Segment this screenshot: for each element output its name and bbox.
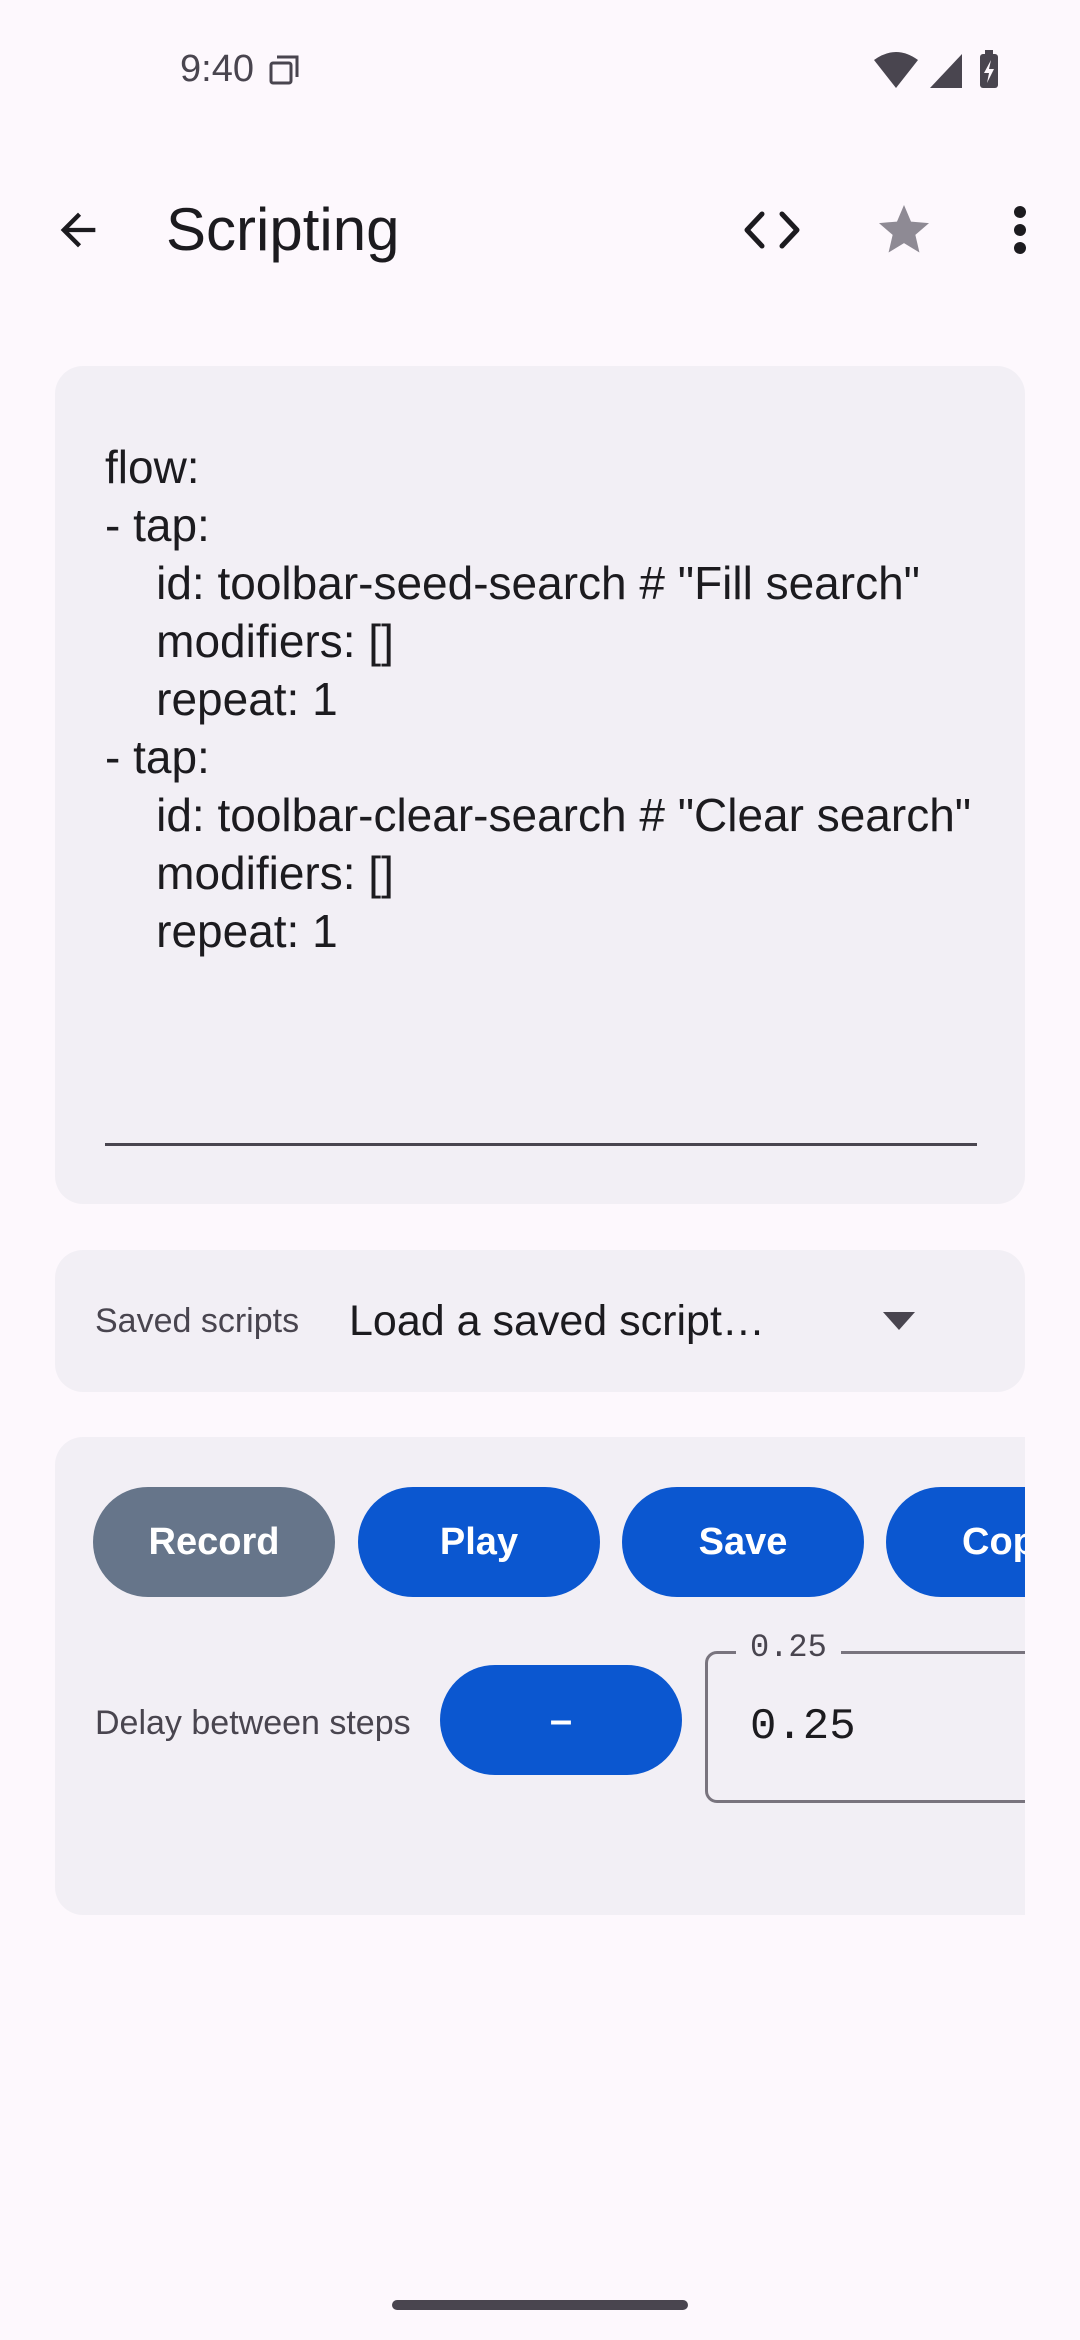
saved-scripts-selected: Load a saved script… (349, 1297, 765, 1345)
battery-icon (980, 50, 998, 88)
back-button[interactable] (38, 190, 118, 270)
copy-button[interactable]: Copy (886, 1487, 1025, 1597)
saved-scripts-card: Saved scripts Load a saved script… (55, 1250, 1025, 1392)
script-editor[interactable]: flow: - tap: id: toolbar-seed-search # "… (55, 366, 1025, 1204)
delay-input[interactable]: 0.25 0.25 (705, 1628, 1025, 1803)
record-button[interactable]: Record (93, 1487, 335, 1597)
notification-icon (269, 55, 299, 85)
back-arrow-icon (60, 212, 96, 248)
decrease-delay-button[interactable]: – (440, 1665, 682, 1775)
wifi-icon (874, 52, 918, 88)
play-button[interactable]: Play (358, 1487, 600, 1597)
status-bar: 9:40 (0, 0, 1080, 140)
star-icon (879, 205, 929, 253)
delay-input-value[interactable]: 0.25 (750, 1700, 856, 1754)
dropdown-caret-icon (883, 1312, 915, 1330)
code-icon (744, 211, 800, 249)
delay-label: Delay between steps (95, 1704, 411, 1742)
scripting-screen: 9:40 Scripting flow: - tap: id: toolbar-… (0, 0, 1080, 2340)
status-time: 9:40 (180, 48, 254, 90)
gesture-nav-handle[interactable] (392, 2300, 688, 2310)
top-app-bar: Scripting (0, 160, 1080, 290)
signal-icon (930, 54, 962, 88)
delay-input-label: 0.25 (736, 1628, 841, 1668)
more-vert-icon (1014, 206, 1026, 254)
save-button[interactable]: Save (622, 1487, 864, 1597)
code-view-button[interactable] (732, 190, 812, 270)
saved-scripts-label: Saved scripts (95, 1302, 300, 1340)
saved-scripts-dropdown[interactable]: Load a saved script… (349, 1286, 949, 1356)
script-editor-text[interactable]: flow: - tap: id: toolbar-seed-search # "… (105, 438, 985, 960)
status-icons (874, 50, 998, 88)
controls-card: Record Play Save Copy Delay between step… (55, 1437, 1025, 1915)
page-title: Scripting (166, 196, 400, 263)
favorite-button[interactable] (864, 190, 944, 270)
editor-underline (105, 1143, 977, 1146)
more-options-button[interactable] (990, 190, 1050, 270)
